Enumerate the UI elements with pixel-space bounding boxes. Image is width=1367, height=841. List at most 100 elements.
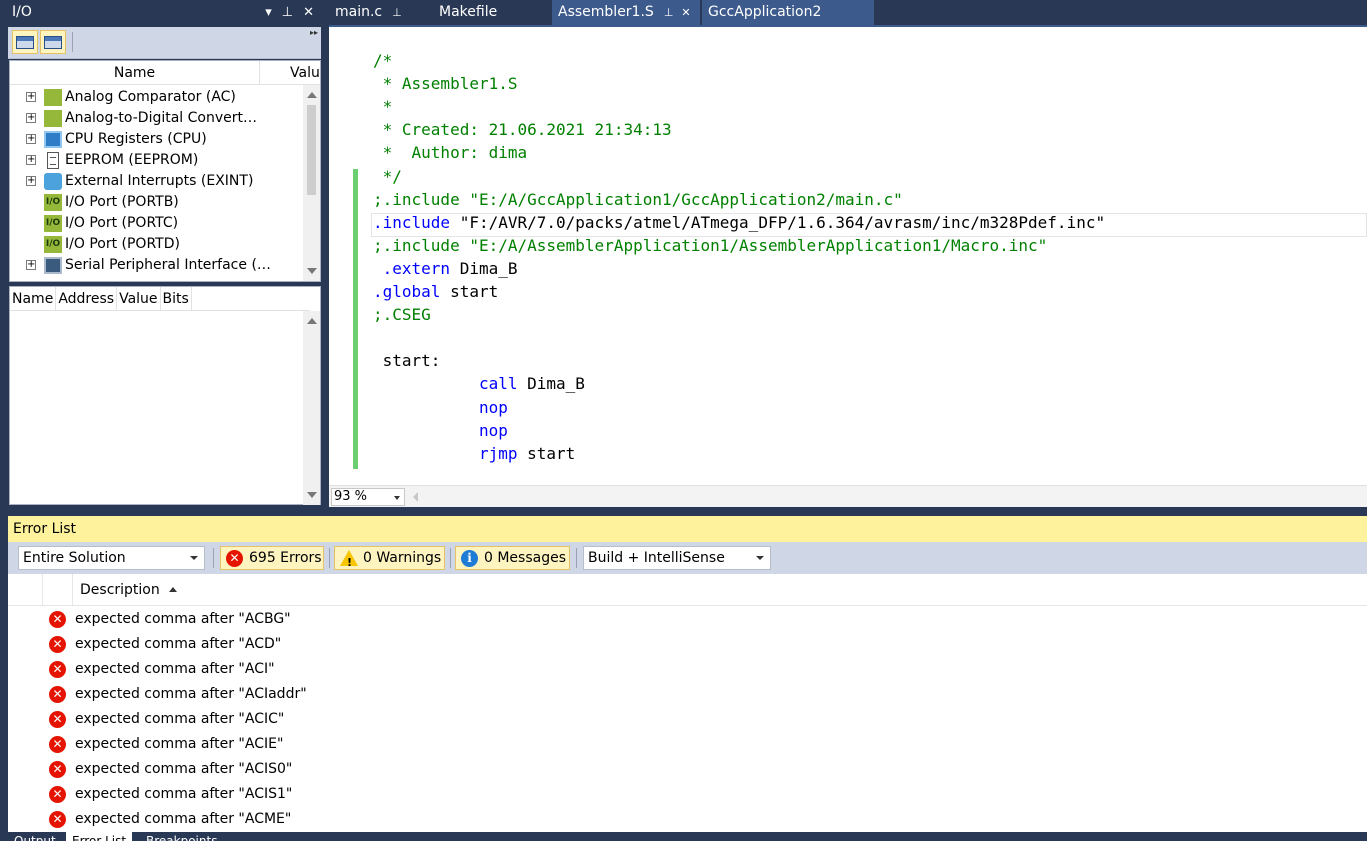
toolbar-overflow-icon[interactable]: ▸▸ (310, 28, 318, 37)
window-icon (44, 35, 62, 49)
code-line[interactable]: nop (373, 419, 508, 442)
register-column-bits[interactable]: Bits (161, 287, 192, 310)
code-line[interactable]: call Dima_B (373, 372, 585, 395)
error-row[interactable]: ✕ expected comma after "ACIS1" (8, 782, 1367, 807)
code-line[interactable]: ;.include "E:/A/AssemblerApplication1/As… (373, 234, 1047, 257)
code-comment: * (373, 97, 393, 117)
error-description: expected comma after "ACD" (75, 636, 282, 652)
column-icon[interactable] (43, 574, 73, 606)
dropdown-icon[interactable]: ▾ (265, 0, 272, 25)
messages-filter-button[interactable]: i 0 Messages (455, 546, 570, 570)
register-column-address[interactable]: Address (56, 287, 118, 310)
code-line[interactable]: .include "F:/AVR/7.0/packs/atmel/ATmega_… (373, 211, 1105, 234)
build-filter-select[interactable]: Build + IntelliSense (583, 546, 771, 570)
tab-breakpoints[interactable]: Breakpoints (140, 832, 223, 841)
pin-icon[interactable]: ⊥ (282, 0, 293, 25)
scope-select[interactable]: Entire Solution (18, 546, 205, 570)
code-keyword: rjmp (478, 443, 518, 463)
code-line[interactable]: nop (373, 396, 508, 419)
pin-icon[interactable]: ⊥ (664, 6, 674, 19)
error-description: expected comma after "ACIE" (75, 736, 284, 752)
code-line[interactable]: * (373, 95, 393, 118)
tree-item[interactable]: I/O I/O Port (PORTD) (10, 234, 305, 255)
code-comment: * Author: dima (373, 143, 528, 163)
tree-item[interactable]: + Analog-to-Digital Convert… (10, 108, 305, 129)
changed-lines-margin (353, 169, 358, 469)
expand-icon[interactable]: + (26, 92, 36, 102)
code-line[interactable]: ;.include "E:/A/GccApplication1/GccAppli… (373, 188, 903, 211)
error-row[interactable]: ✕ expected comma after "ACME" (8, 807, 1367, 832)
code-line[interactable]: * Author: dima (373, 141, 528, 164)
tree-item[interactable]: + EEPROM (EEPROM) (10, 150, 305, 171)
zoom-select[interactable]: 93 % (331, 488, 405, 506)
tab-main-c[interactable]: main.c ⊥ (329, 0, 429, 25)
code-editor[interactable]: /* * Assembler1.S * * Created: 21.06.202… (329, 25, 1367, 507)
scroll-thumb[interactable] (307, 105, 316, 195)
expand-icon[interactable]: + (26, 176, 36, 186)
register-column-value[interactable]: Value (117, 287, 161, 310)
tree-scrollbar[interactable] (303, 85, 320, 281)
tree-item[interactable]: + External Interrupts (EXINT) (10, 171, 305, 192)
register-column-name[interactable]: Name (10, 287, 57, 310)
tree-item[interactable]: + Serial Peripheral Interface (… (10, 255, 305, 276)
code-line[interactable]: /* (373, 49, 392, 72)
tab-makefile[interactable]: Makefile (433, 0, 551, 25)
error-row[interactable]: ✕ expected comma after "ACIaddr" (8, 682, 1367, 707)
scroll-up-icon[interactable] (307, 318, 317, 324)
error-row[interactable]: ✕ expected comma after "ACI" (8, 657, 1367, 682)
scroll-down-icon[interactable] (307, 492, 317, 498)
code-line[interactable]: * Created: 21.06.2021 21:34:13 (373, 118, 672, 141)
chevron-down-icon (190, 556, 198, 560)
column-description[interactable]: Description (80, 574, 160, 606)
view-mode-one-button[interactable] (12, 30, 38, 54)
tab-output[interactable]: Output (8, 832, 62, 841)
tree-column-name[interactable]: Name (10, 61, 260, 85)
errors-filter-button[interactable]: ✕ 695 Errors (220, 546, 324, 570)
error-row[interactable]: ✕ expected comma after "ACIC" (8, 707, 1367, 732)
code-line[interactable]: rjmp start (373, 442, 575, 465)
error-row[interactable]: ✕ expected comma after "ACBG" (8, 607, 1367, 632)
code-line[interactable]: * Assembler1.S (373, 72, 518, 95)
scroll-up-icon[interactable] (307, 92, 317, 98)
scope-value: Entire Solution (23, 550, 126, 566)
messages-count: 0 Messages (484, 550, 567, 566)
tree-item[interactable]: + CPU Registers (CPU) (10, 129, 305, 150)
port-icon: I/O (44, 194, 62, 211)
code-line[interactable]: start: (373, 349, 441, 372)
code-token: start (517, 443, 576, 463)
code-line[interactable]: .global start (373, 280, 498, 303)
scroll-down-icon[interactable] (307, 268, 317, 274)
error-list-panel: Error List Entire Solution ✕ 695 Errors … (8, 516, 1367, 832)
error-row[interactable]: ✕ expected comma after "ACD" (8, 632, 1367, 657)
tab-assembler1-s[interactable]: Assembler1.S ⊥ ✕ (552, 0, 700, 25)
error-row[interactable]: ✕ expected comma after "ACIE" (8, 732, 1367, 757)
warning-mark: ! (347, 556, 353, 569)
code-line[interactable]: */ (373, 165, 402, 188)
expand-icon[interactable]: + (26, 155, 36, 165)
expand-icon[interactable]: + (26, 260, 36, 270)
code-comment: * Created: 21.06.2021 21:34:13 (373, 120, 672, 140)
io-panel-title: I/O (12, 4, 32, 20)
view-mode-two-button[interactable] (40, 30, 66, 54)
register-grid-scrollbar[interactable] (303, 311, 320, 505)
code-line[interactable]: .extern Dima_B (373, 257, 518, 280)
pin-icon[interactable]: ⊥ (392, 6, 402, 19)
tab-label: Assembler1.S (558, 4, 654, 20)
code-line[interactable]: ;.CSEG (373, 303, 431, 326)
expand-icon[interactable]: + (26, 113, 36, 123)
tree-item[interactable]: I/O I/O Port (PORTB) (10, 192, 305, 213)
tree-column-value[interactable]: Value (290, 61, 320, 85)
error-row[interactable]: ✕ expected comma after "ACIS0" (8, 757, 1367, 782)
tree-header: Name Value (10, 61, 320, 85)
tree-item[interactable]: I/O I/O Port (PORTC) (10, 213, 305, 234)
editor-status-bar: 93 % (329, 485, 1367, 507)
toolbar-separator (450, 548, 451, 568)
expand-icon[interactable]: + (26, 134, 36, 144)
scroll-left-icon[interactable] (413, 492, 418, 502)
close-icon[interactable]: ✕ (681, 6, 690, 19)
close-icon[interactable]: ✕ (303, 0, 314, 25)
tab-error-list[interactable]: Error List (66, 832, 133, 841)
tab-gccapplication2[interactable]: GccApplication2 (702, 0, 874, 25)
tree-item[interactable]: + Analog Comparator (AC) (10, 87, 305, 108)
warnings-filter-button[interactable]: ! 0 Warnings (334, 546, 445, 570)
